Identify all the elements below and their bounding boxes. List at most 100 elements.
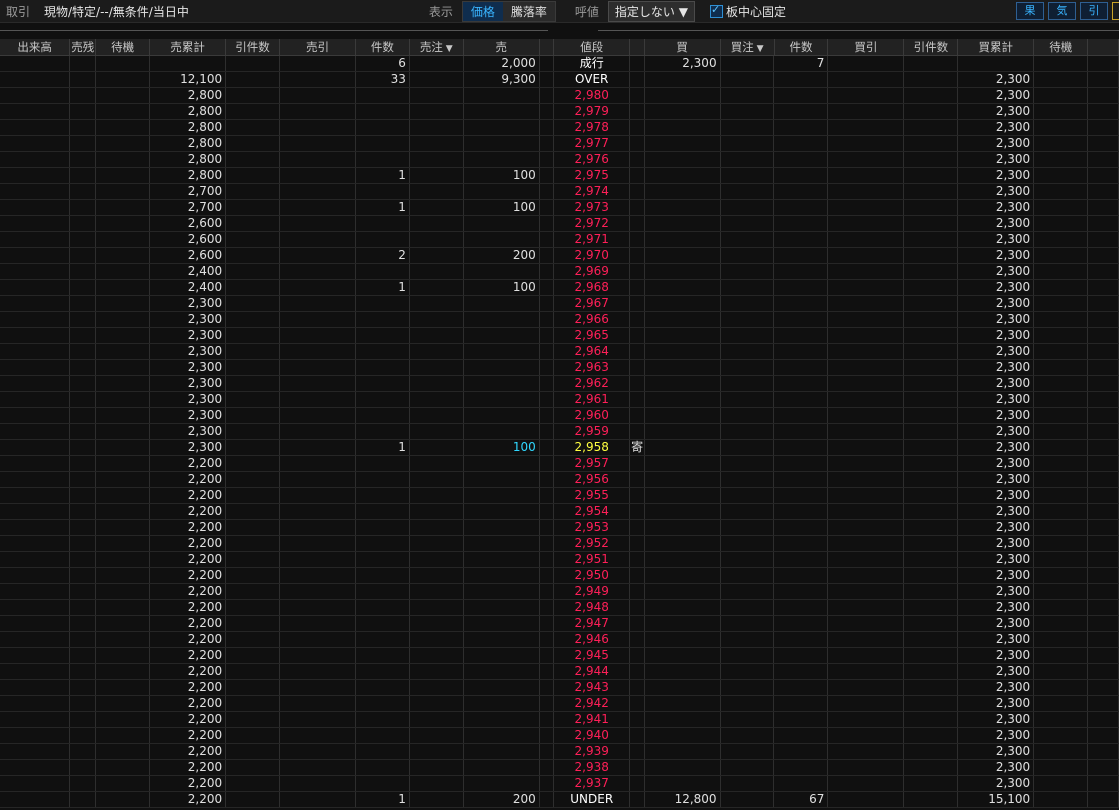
order-book-row[interactable]: 2,200 2,953 2,300: [0, 520, 1119, 536]
buy-cell[interactable]: [645, 568, 721, 583]
sell-cell[interactable]: [464, 520, 540, 535]
header-spacer-left[interactable]: [540, 39, 555, 55]
buy-cell[interactable]: [645, 552, 721, 567]
sell-cell[interactable]: [464, 264, 540, 279]
sell-cell[interactable]: [464, 776, 540, 791]
order-book-row[interactable]: 2,300 2,963 2,300: [0, 360, 1119, 376]
price-cell[interactable]: 2,947: [554, 616, 631, 631]
price-cell[interactable]: 2,950: [554, 568, 631, 583]
sell-cell[interactable]: [464, 504, 540, 519]
header-sell[interactable]: 売: [464, 39, 540, 55]
price-cell[interactable]: 2,939: [554, 744, 631, 759]
buy-cell[interactable]: [645, 712, 721, 727]
buy-cell[interactable]: [645, 264, 721, 279]
price-cell[interactable]: 2,957: [554, 456, 631, 471]
buy-cell[interactable]: [645, 728, 721, 743]
sell-cell[interactable]: [464, 680, 540, 695]
sell-cell[interactable]: [464, 696, 540, 711]
sell-cell[interactable]: 100: [464, 168, 540, 183]
order-book-row[interactable]: 2,200 2,944 2,300: [0, 664, 1119, 680]
price-cell[interactable]: 2,977: [554, 136, 631, 151]
close-order-button[interactable]: 引: [1080, 2, 1108, 20]
sell-cell[interactable]: [464, 232, 540, 247]
order-book-row[interactable]: 2,300 2,962 2,300: [0, 376, 1119, 392]
sell-cell[interactable]: [464, 632, 540, 647]
buy-cell[interactable]: [645, 424, 721, 439]
buy-cell[interactable]: [645, 360, 721, 375]
price-cell[interactable]: 2,960: [554, 408, 631, 423]
order-book-row[interactable]: 2,800 2,980 2,300: [0, 88, 1119, 104]
price-cell[interactable]: 2,938: [554, 760, 631, 775]
sell-cell[interactable]: [464, 312, 540, 327]
price-cell[interactable]: 2,980: [554, 88, 631, 103]
order-book-row[interactable]: 2,800 2,979 2,300: [0, 104, 1119, 120]
buy-cell[interactable]: [645, 504, 721, 519]
sell-cell[interactable]: 2,000: [464, 56, 540, 71]
sell-cell[interactable]: [464, 136, 540, 151]
order-book-row[interactable]: 12,100 33 9,300 OVER 2,300: [0, 72, 1119, 88]
buy-cell[interactable]: [645, 344, 721, 359]
order-book-row[interactable]: 2,200 2,951 2,300: [0, 552, 1119, 568]
order-book-row[interactable]: 2,200 2,937 2,300: [0, 776, 1119, 792]
sell-cell[interactable]: [464, 568, 540, 583]
buy-cell[interactable]: [645, 120, 721, 135]
price-cell[interactable]: 2,962: [554, 376, 631, 391]
order-book-row[interactable]: 2,800 2,976 2,300: [0, 152, 1119, 168]
display-option-change-rate[interactable]: 騰落率: [502, 1, 555, 21]
buy-cell[interactable]: [645, 664, 721, 679]
price-cell[interactable]: 2,954: [554, 504, 631, 519]
order-book-row[interactable]: 2,300 2,961 2,300: [0, 392, 1119, 408]
sell-cell[interactable]: [464, 584, 540, 599]
trade-value[interactable]: 現物/特定/--/無条件/当日中: [44, 3, 189, 20]
header-sell-remaining[interactable]: 売残: [70, 39, 97, 55]
buy-cell[interactable]: [645, 744, 721, 759]
buy-cell[interactable]: [645, 680, 721, 695]
price-cell[interactable]: OVER: [554, 72, 631, 87]
price-cell[interactable]: 2,979: [554, 104, 631, 119]
center-fix-checkbox[interactable]: [710, 3, 723, 18]
sell-cell[interactable]: [464, 472, 540, 487]
buy-cell[interactable]: [645, 632, 721, 647]
price-cell[interactable]: 2,956: [554, 472, 631, 487]
price-cell[interactable]: 2,946: [554, 632, 631, 647]
buy-cell[interactable]: [645, 520, 721, 535]
header-sell-wait[interactable]: 待機: [96, 39, 151, 55]
buy-cell[interactable]: [645, 104, 721, 119]
header-buy-close[interactable]: 買引: [828, 39, 905, 55]
sell-cell[interactable]: [464, 296, 540, 311]
header-price[interactable]: 値段: [554, 39, 631, 55]
sell-cell[interactable]: [464, 600, 540, 615]
price-cell[interactable]: UNDER: [554, 792, 631, 807]
sell-cell[interactable]: [464, 152, 540, 167]
sell-cell[interactable]: [464, 184, 540, 199]
order-book-row[interactable]: 2,200 2,943 2,300: [0, 680, 1119, 696]
header-sell-count[interactable]: 件数: [356, 39, 410, 55]
sell-cell[interactable]: [464, 216, 540, 231]
order-book-row[interactable]: 2,400 1 100 2,968 2,300: [0, 280, 1119, 296]
sell-cell[interactable]: 100: [464, 200, 540, 215]
sell-cell[interactable]: 9,300: [464, 72, 540, 87]
price-cell[interactable]: 2,961: [554, 392, 631, 407]
order-book-row[interactable]: 2,200 2,945 2,300: [0, 648, 1119, 664]
buy-cell[interactable]: [645, 152, 721, 167]
sell-cell[interactable]: [464, 360, 540, 375]
order-book-row[interactable]: 2,200 2,938 2,300: [0, 760, 1119, 776]
order-book-row[interactable]: 2,600 2,972 2,300: [0, 216, 1119, 232]
price-cell[interactable]: 2,959: [554, 424, 631, 439]
buy-cell[interactable]: [645, 248, 721, 263]
price-cell[interactable]: 2,945: [554, 648, 631, 663]
buy-cell[interactable]: [645, 536, 721, 551]
header-mark[interactable]: [630, 39, 645, 55]
order-book-row[interactable]: 2,300 1 100 2,958 寄 2,300: [0, 440, 1119, 456]
price-cell[interactable]: 2,937: [554, 776, 631, 791]
price-cell[interactable]: 2,944: [554, 664, 631, 679]
order-book-row[interactable]: 2,200 2,939 2,300: [0, 744, 1119, 760]
price-cell[interactable]: 2,943: [554, 680, 631, 695]
sort-down-icon[interactable]: ▼: [443, 44, 453, 54]
header-buy-cumulative[interactable]: 買累計: [958, 39, 1035, 55]
sell-cell[interactable]: [464, 88, 540, 103]
buy-cell[interactable]: [645, 168, 721, 183]
order-book-row[interactable]: 2,200 2,955 2,300: [0, 488, 1119, 504]
order-book-row[interactable]: 2,300 2,959 2,300: [0, 424, 1119, 440]
sell-cell[interactable]: [464, 456, 540, 471]
